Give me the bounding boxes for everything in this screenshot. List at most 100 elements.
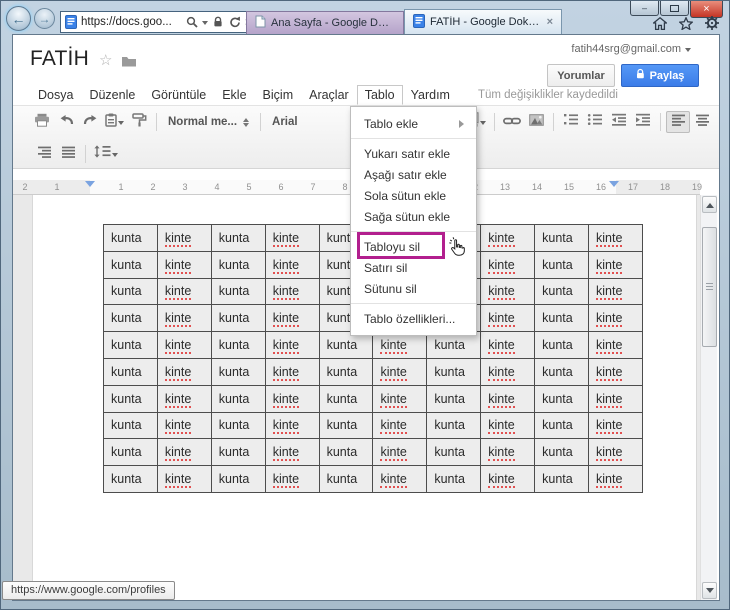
address-dropdown-icon[interactable] bbox=[201, 20, 208, 28]
table-cell[interactable]: kinte bbox=[588, 250, 643, 279]
table-cell[interactable]: kinte bbox=[264, 224, 320, 252]
address-bar[interactable]: https://docs.goo... × bbox=[60, 11, 256, 33]
table-cell[interactable]: kunta bbox=[318, 384, 374, 413]
table-cell[interactable]: kinte bbox=[588, 411, 643, 440]
menubar-item-ekle[interactable]: Ekle bbox=[214, 85, 254, 105]
scroll-up-button[interactable] bbox=[702, 196, 717, 213]
refresh-icon[interactable] bbox=[228, 13, 242, 31]
paint-roller-button[interactable] bbox=[127, 111, 151, 133]
table-cell[interactable]: kinte bbox=[156, 465, 212, 493]
table-cell[interactable]: kinte bbox=[588, 331, 643, 359]
menu-item-tabloyu-sil[interactable]: Tabloyu sil bbox=[351, 232, 476, 259]
table-cell[interactable]: kinte bbox=[156, 384, 212, 413]
table-cell[interactable]: kinte bbox=[588, 277, 643, 306]
table-cell[interactable]: kunta bbox=[210, 331, 266, 359]
table-cell[interactable]: kinte bbox=[264, 331, 320, 359]
table-cell[interactable]: kunta bbox=[534, 384, 590, 413]
url-text[interactable]: https://docs.goo... bbox=[81, 16, 182, 28]
table-cell[interactable]: kinte bbox=[588, 465, 643, 493]
tools-gear-icon[interactable] bbox=[705, 16, 719, 35]
folder-icon[interactable] bbox=[121, 54, 137, 72]
table-cell[interactable]: kunta bbox=[534, 438, 590, 467]
print-button[interactable] bbox=[30, 111, 54, 133]
table-cell[interactable]: kinte bbox=[480, 465, 536, 493]
table-cell[interactable]: kunta bbox=[534, 357, 590, 386]
table-cell[interactable]: kunta bbox=[103, 384, 158, 413]
insert-image-button[interactable] bbox=[524, 111, 548, 133]
table-cell[interactable]: kinte bbox=[264, 304, 320, 333]
table-cell[interactable]: kunta bbox=[103, 411, 158, 440]
table-cell[interactable]: kunta bbox=[210, 465, 266, 493]
table-cell[interactable]: kunta bbox=[210, 224, 266, 252]
insert-link-button[interactable] bbox=[500, 111, 524, 133]
align-left-button[interactable] bbox=[666, 111, 690, 133]
table-cell[interactable]: kunta bbox=[534, 411, 590, 440]
table-cell[interactable]: kinte bbox=[588, 224, 643, 252]
table-cell[interactable]: kunta bbox=[534, 304, 590, 333]
table-cell[interactable]: kinte bbox=[480, 224, 536, 252]
table-cell[interactable]: kinte bbox=[264, 384, 320, 413]
table-cell[interactable]: kinte bbox=[156, 250, 212, 279]
search-icon[interactable] bbox=[185, 13, 199, 31]
star-document-icon[interactable]: ☆ bbox=[99, 51, 112, 69]
table-cell[interactable]: kunta bbox=[103, 304, 158, 333]
maximize-button[interactable] bbox=[660, 1, 689, 16]
browser-tab[interactable]: Ana Sayfa - Google Dokümanlar bbox=[246, 11, 404, 34]
indent-marker-left[interactable] bbox=[85, 181, 95, 192]
menu-item-sa-a-s-tun-ekle[interactable]: Sağa sütun ekle bbox=[351, 206, 476, 227]
table-cell[interactable]: kinte bbox=[372, 411, 428, 440]
forward-button[interactable]: → bbox=[34, 8, 55, 29]
table-cell[interactable]: kinte bbox=[372, 465, 428, 493]
menubar-item-dosya[interactable]: Dosya bbox=[30, 85, 81, 105]
table-cell[interactable]: kinte bbox=[480, 384, 536, 413]
table-cell[interactable]: kunta bbox=[318, 357, 374, 386]
table-cell[interactable]: kinte bbox=[156, 438, 212, 467]
browser-tab[interactable]: FATİH - Google Dokümanlar × bbox=[404, 9, 562, 34]
menubar-item-biçim[interactable]: Biçim bbox=[255, 85, 302, 105]
table-cell[interactable]: kinte bbox=[480, 277, 536, 306]
scrollbar-thumb[interactable] bbox=[702, 227, 717, 347]
table-cell[interactable]: kunta bbox=[103, 224, 158, 252]
table-cell[interactable]: kinte bbox=[480, 304, 536, 333]
table-cell[interactable]: kinte bbox=[156, 224, 212, 252]
line-spacing-button[interactable] bbox=[91, 143, 121, 165]
menubar-item-araçlar[interactable]: Araçlar bbox=[301, 85, 357, 105]
table-cell[interactable]: kunta bbox=[103, 277, 158, 306]
bullet-list-button[interactable] bbox=[583, 111, 607, 133]
table-cell[interactable]: kunta bbox=[103, 438, 158, 467]
account-menu[interactable]: fatih44srg@gmail.com bbox=[571, 43, 691, 55]
menu-item-yukar-sat-r-ekle[interactable]: Yukarı satır ekle bbox=[351, 143, 476, 164]
indent-button[interactable] bbox=[631, 111, 655, 133]
menu-item-tablo-zellikleri-[interactable]: Tablo özellikleri... bbox=[351, 308, 476, 329]
table-cell[interactable]: kunta bbox=[318, 438, 374, 467]
align-right-button[interactable] bbox=[32, 143, 56, 165]
table-cell[interactable]: kinte bbox=[156, 411, 212, 440]
outdent-button[interactable] bbox=[607, 111, 631, 133]
table-cell[interactable]: kunta bbox=[534, 277, 590, 306]
menu-item-sat-r-sil[interactable]: Satırı sil bbox=[351, 257, 476, 278]
table-cell[interactable]: kinte bbox=[588, 384, 643, 413]
paint-format-button[interactable] bbox=[102, 111, 127, 133]
table-cell[interactable]: kunta bbox=[534, 331, 590, 359]
table-cell[interactable]: kinte bbox=[372, 384, 428, 413]
table-cell[interactable]: kinte bbox=[372, 357, 428, 386]
table-cell[interactable]: kunta bbox=[426, 438, 482, 467]
paragraph-style-dropdown[interactable]: Normal me... bbox=[162, 111, 255, 133]
table-cell[interactable]: kunta bbox=[534, 465, 590, 493]
menu-item-s-tunu-sil[interactable]: Sütunu sil bbox=[351, 278, 476, 299]
table-cell[interactable]: kunta bbox=[103, 465, 158, 493]
table-cell[interactable]: kunta bbox=[318, 465, 374, 493]
table-cell[interactable]: kinte bbox=[156, 304, 212, 333]
table-cell[interactable]: kunta bbox=[103, 357, 158, 386]
menubar-item-düzenle[interactable]: Düzenle bbox=[81, 85, 143, 105]
table-cell[interactable]: kunta bbox=[210, 438, 266, 467]
table-cell[interactable]: kunta bbox=[210, 250, 266, 279]
document-title[interactable]: FATİH bbox=[30, 47, 89, 71]
table-cell[interactable]: kinte bbox=[264, 250, 320, 279]
font-dropdown[interactable]: Arial bbox=[266, 111, 304, 133]
menubar-item-görüntüle[interactable]: Görüntüle bbox=[143, 85, 214, 105]
table-cell[interactable]: kunta bbox=[534, 224, 590, 252]
menu-item-sola-s-tun-ekle[interactable]: Sola sütun ekle bbox=[351, 185, 476, 206]
table-cell[interactable]: kinte bbox=[264, 277, 320, 306]
table-cell[interactable]: kinte bbox=[480, 250, 536, 279]
